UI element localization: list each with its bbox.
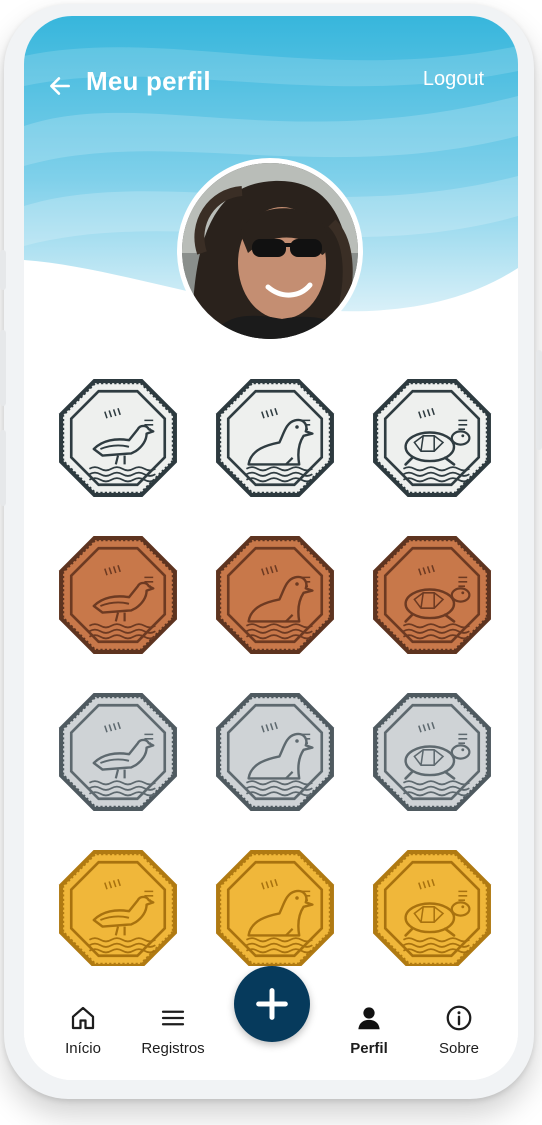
home-icon <box>71 1006 95 1030</box>
turtle-badge-icon <box>373 535 491 654</box>
badge-silver-seagull[interactable] <box>42 674 194 829</box>
badge-outline-turtle[interactable] <box>356 360 508 515</box>
phone-power-button <box>536 350 542 450</box>
badge-outline-sea-lion[interactable] <box>199 360 351 515</box>
info-icon <box>446 1005 472 1031</box>
badge-gold-turtle[interactable] <box>356 831 508 986</box>
list-icon <box>161 1010 185 1026</box>
nav-item-perfil[interactable]: Perfil <box>324 1002 414 1057</box>
add-record-button[interactable] <box>234 966 310 1042</box>
seagull-badge-icon <box>59 535 177 654</box>
nav-item-inicio[interactable]: Início <box>38 1002 128 1057</box>
badge-silver-turtle[interactable] <box>356 674 508 829</box>
badge-gold-seagull[interactable] <box>42 831 194 986</box>
seagull-badge-icon <box>59 849 177 968</box>
sea-lion-badge-icon <box>216 535 334 654</box>
plus-icon <box>256 988 288 1020</box>
sea-lion-badge-icon <box>216 849 334 968</box>
nav-label: Registros <box>141 1040 205 1057</box>
badge-bronze-turtle[interactable] <box>356 517 508 672</box>
back-button[interactable] <box>42 68 78 104</box>
nav-item-registros[interactable]: Registros <box>128 1002 218 1057</box>
turtle-badge-icon <box>373 692 491 811</box>
app-screen: Meu perfil Logout Início Registros Perfi… <box>24 16 518 1080</box>
avatar-photo <box>182 163 358 339</box>
avatar[interactable] <box>177 158 363 344</box>
badge-silver-sea-lion[interactable] <box>199 674 351 829</box>
sea-lion-badge-icon <box>216 692 334 811</box>
sea-lion-badge-icon <box>216 378 334 497</box>
phone-side-button <box>0 250 6 290</box>
nav-item-sobre[interactable]: Sobre <box>414 1002 504 1057</box>
nav-label: Sobre <box>438 1040 480 1057</box>
turtle-badge-icon <box>373 849 491 968</box>
phone-volume-up <box>0 330 6 406</box>
seagull-badge-icon <box>59 692 177 811</box>
logout-button[interactable]: Logout <box>423 68 484 91</box>
phone-volume-down <box>0 430 6 506</box>
seagull-badge-icon <box>59 378 177 497</box>
page-title: Meu perfil <box>86 66 211 96</box>
turtle-badge-icon <box>373 378 491 497</box>
badge-bronze-seagull[interactable] <box>42 517 194 672</box>
nav-label: Perfil <box>350 1040 388 1057</box>
user-icon <box>358 1007 380 1030</box>
badge-outline-seagull[interactable] <box>42 360 194 515</box>
badge-grid <box>42 360 500 986</box>
badge-bronze-sea-lion[interactable] <box>199 517 351 672</box>
nav-label: Início <box>65 1040 101 1057</box>
badge-gold-sea-lion[interactable] <box>199 831 351 986</box>
arrow-left-icon <box>50 77 70 95</box>
